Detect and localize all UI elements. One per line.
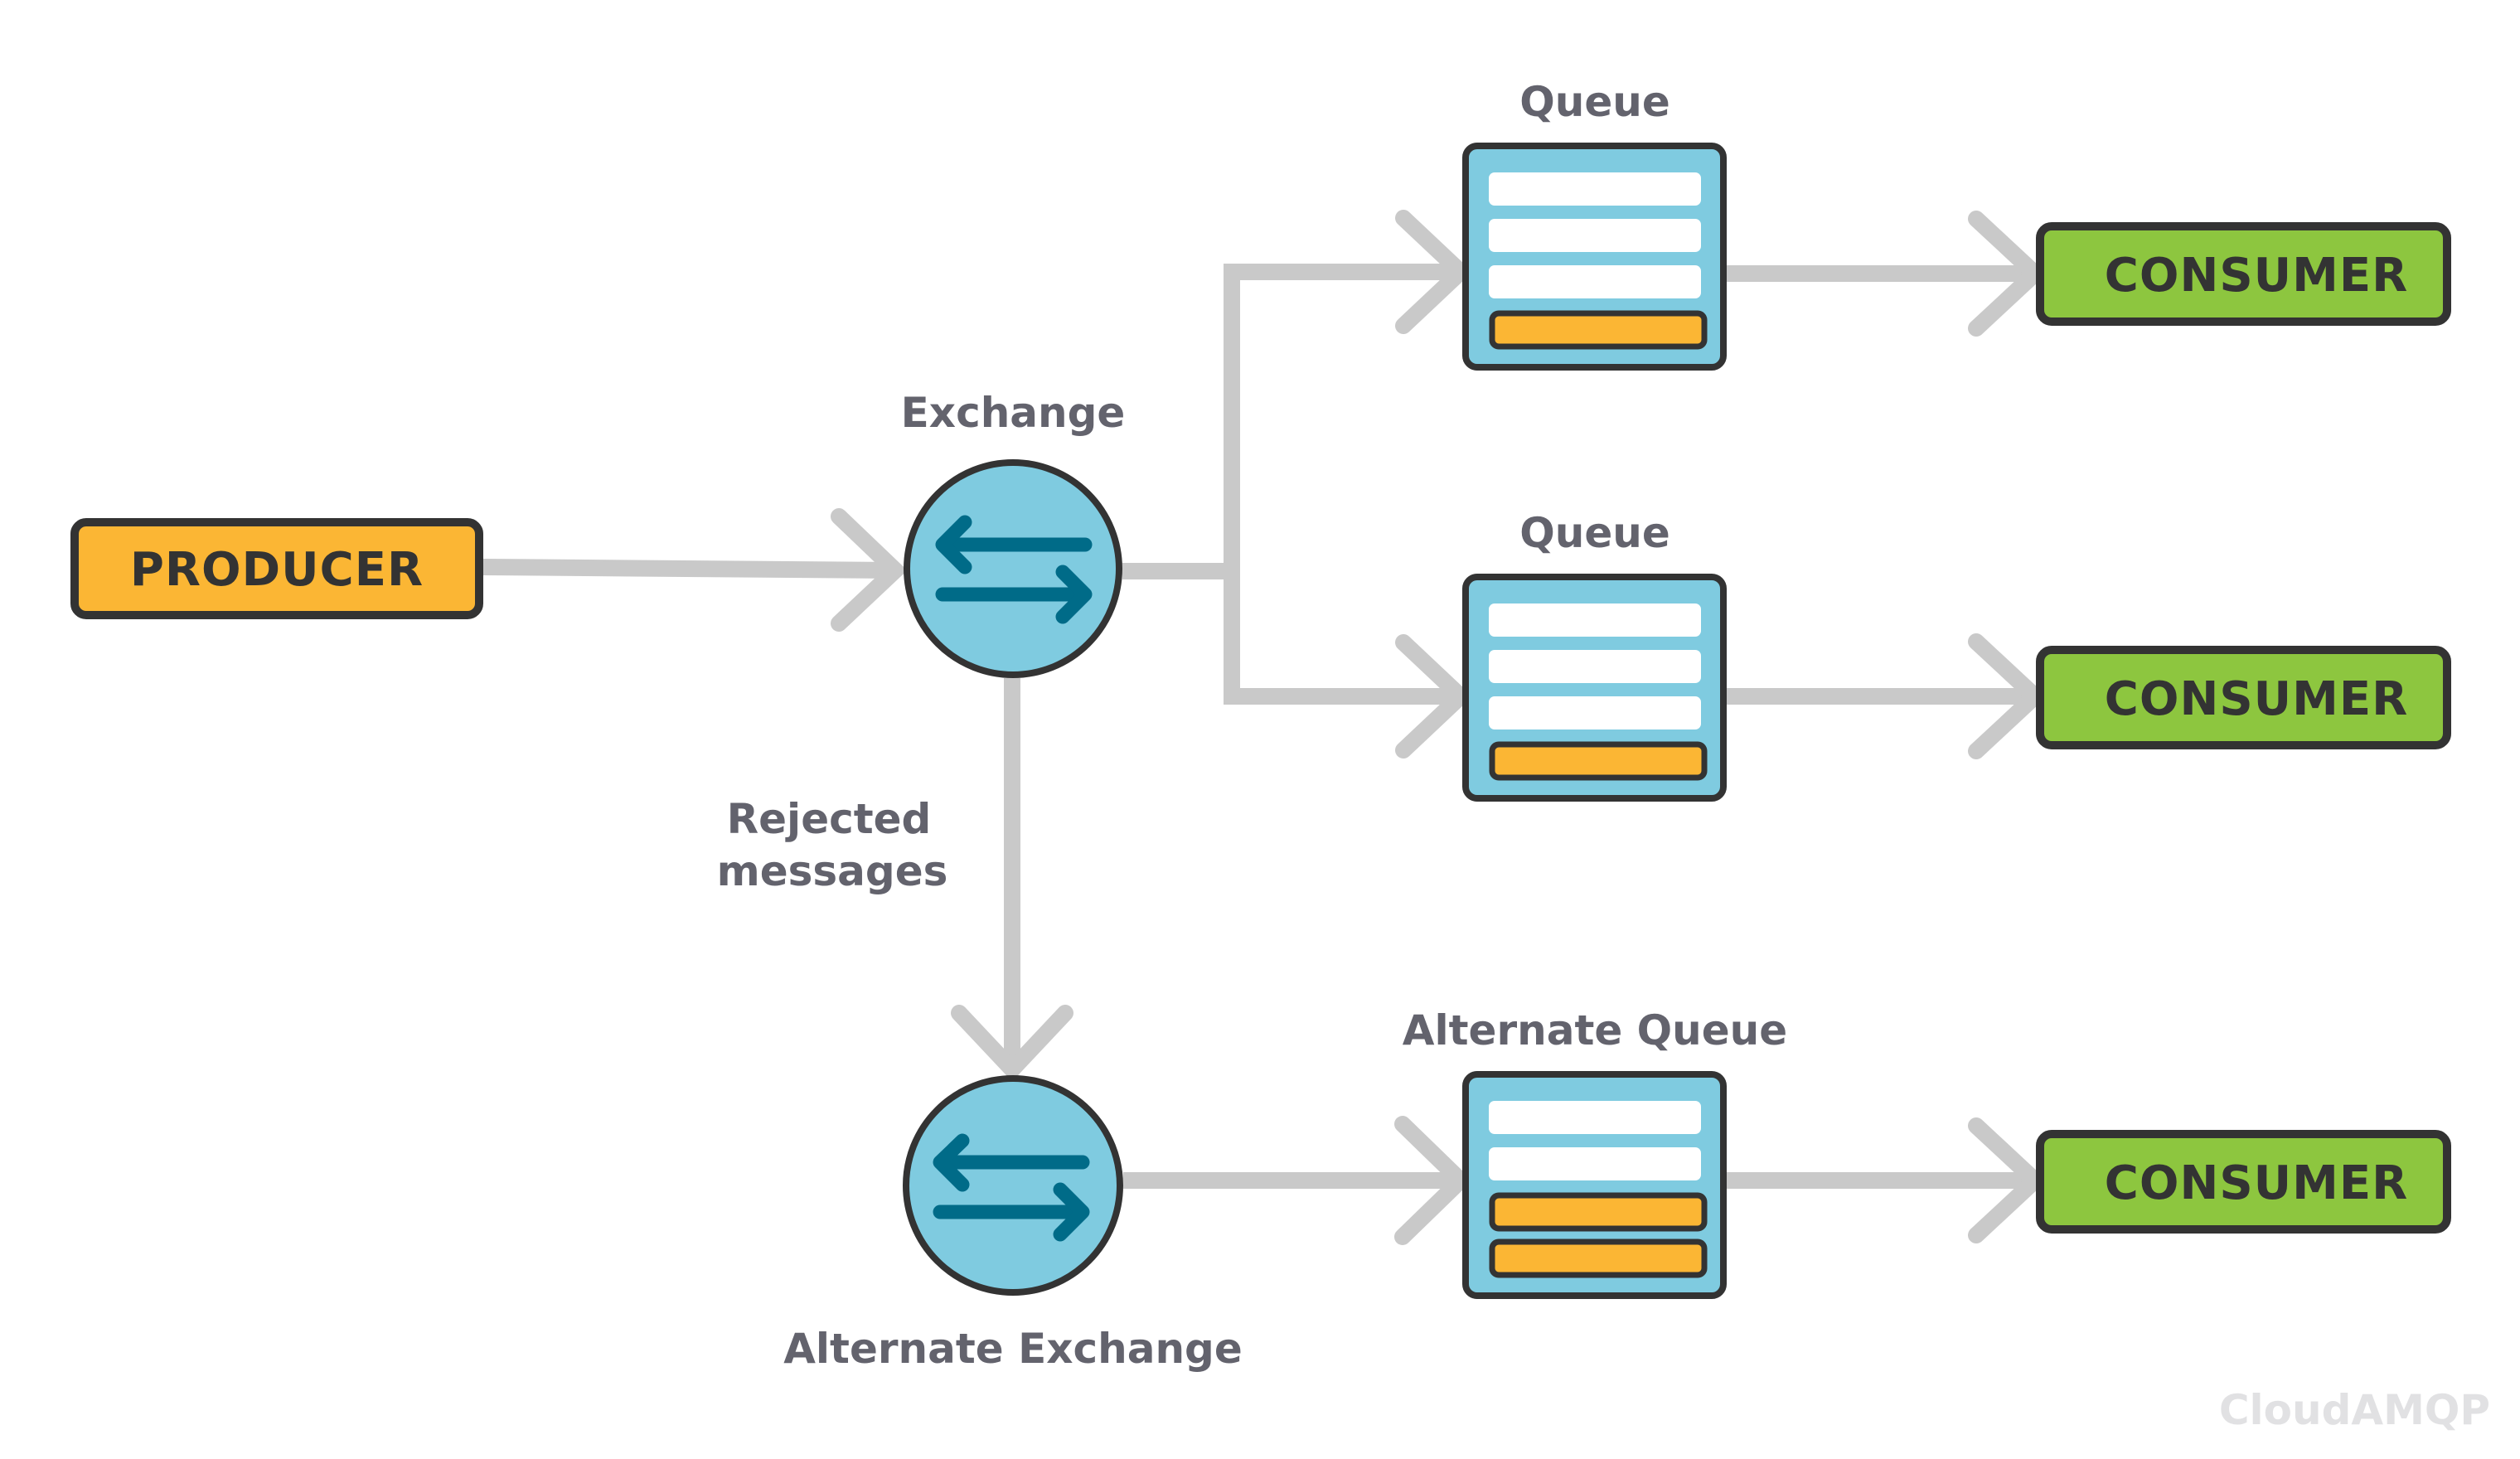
queue-1-message-empty <box>1489 265 1701 298</box>
queue-2-message-empty <box>1489 650 1701 683</box>
consumer-node-2: CONSUMER <box>2036 646 2451 749</box>
exchange-label: Exchange <box>901 389 1126 437</box>
alternate-exchange-label: Alternate Exchange <box>783 1325 1243 1373</box>
rejected-label-line-1: Rejected <box>727 795 932 843</box>
alternate-queue-message-empty <box>1489 1147 1701 1180</box>
alternate-exchange-node: Alternate Exchange <box>783 1075 1243 1373</box>
rejected-label-line-2: messages <box>717 847 948 895</box>
rejected-messages-label: Rejected messages <box>717 795 948 895</box>
alternate-queue-message-empty <box>1489 1101 1701 1134</box>
queue-1-message-filled <box>1489 310 1708 350</box>
consumer-3-label: CONSUMER <box>2105 1156 2408 1210</box>
queue-1-label: Queue <box>1519 78 1670 126</box>
alternate-queue-message-filled <box>1489 1238 1708 1278</box>
queue-1-message-empty <box>1489 219 1701 252</box>
queue-node-1: Queue <box>1462 78 1727 371</box>
queue-2-label: Queue <box>1519 509 1670 557</box>
brand-watermark: CloudAMQP <box>2219 1386 2490 1434</box>
alternate-exchange-diagram: PRODUCER Exchange Queue Queue Alternate … <box>70 78 2490 1434</box>
connectors <box>482 210 2048 1245</box>
queue-node-2: Queue <box>1462 509 1727 802</box>
exchange-circle <box>904 459 1122 678</box>
producer-label: PRODUCER <box>130 543 424 597</box>
alternate-exchange-circle <box>903 1075 1123 1296</box>
consumer-node-1: CONSUMER <box>2036 222 2451 326</box>
alternate-queue-label: Alternate Queue <box>1403 1006 1787 1054</box>
exchange-node: Exchange <box>901 389 1126 678</box>
consumer-2-label: CONSUMER <box>2105 672 2408 726</box>
alternate-queue-node: Alternate Queue <box>1403 1006 1787 1299</box>
consumer-node-3: CONSUMER <box>2036 1130 2451 1234</box>
producer-node: PRODUCER <box>70 518 483 619</box>
edge-producer-exchange <box>482 559 896 579</box>
queue-1-message-empty <box>1489 172 1701 206</box>
queue-2-message-empty <box>1489 696 1701 730</box>
consumer-1-label: CONSUMER <box>2105 249 2408 303</box>
queue-2-message-filled <box>1489 741 1708 781</box>
queue-2-message-empty <box>1489 603 1701 637</box>
alternate-queue-message-filled <box>1489 1192 1708 1232</box>
